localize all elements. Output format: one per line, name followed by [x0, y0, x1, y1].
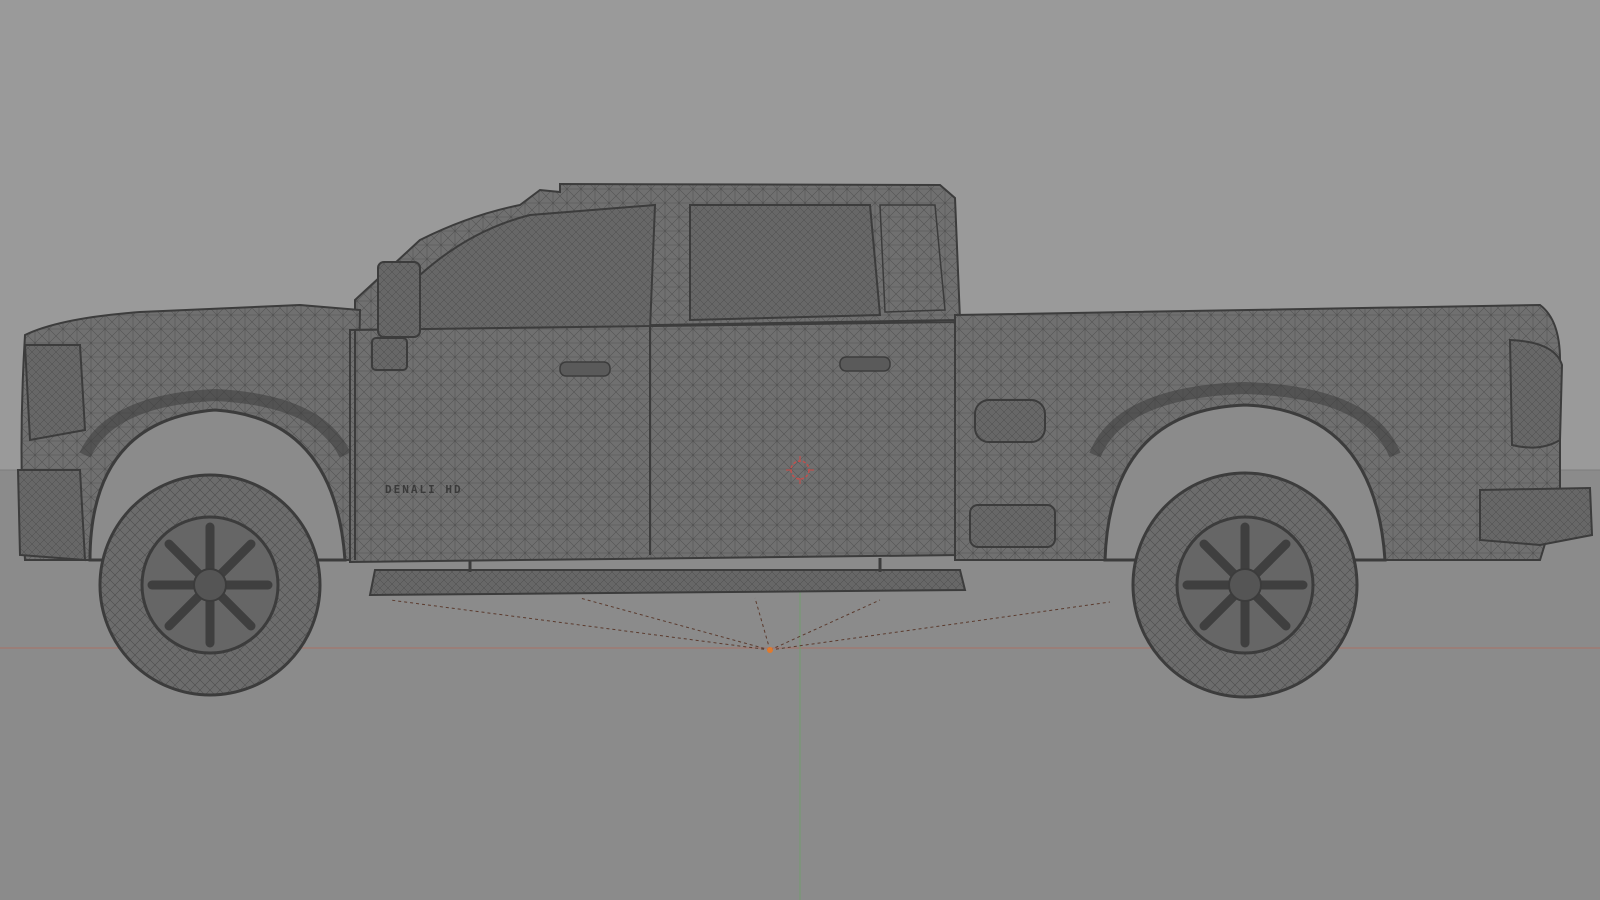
viewport-canvas[interactable]: DENALI HD — [0, 0, 1600, 900]
rear-window — [689, 204, 882, 322]
rear-step — [969, 504, 1056, 548]
headlight — [23, 344, 87, 442]
front-hub — [193, 568, 227, 602]
front-wheel[interactable] — [98, 473, 322, 697]
c-pillar — [879, 204, 946, 313]
3d-viewport[interactable]: DENALI HD — [0, 0, 1600, 900]
rear-bumper — [1479, 486, 1594, 547]
mirror-arm — [371, 337, 408, 371]
rear-door-handle — [839, 356, 891, 372]
side-mirror — [377, 261, 421, 338]
tail-light — [1508, 338, 1564, 449]
front-door-handle — [559, 361, 611, 377]
model-badge: DENALI HD — [385, 483, 463, 496]
fuel-door — [974, 399, 1046, 443]
rear-hub — [1228, 568, 1262, 602]
running-board — [368, 569, 967, 597]
origin-point[interactable] — [767, 647, 773, 653]
front-bumper — [16, 469, 87, 562]
rear-wheel[interactable] — [1131, 471, 1359, 699]
